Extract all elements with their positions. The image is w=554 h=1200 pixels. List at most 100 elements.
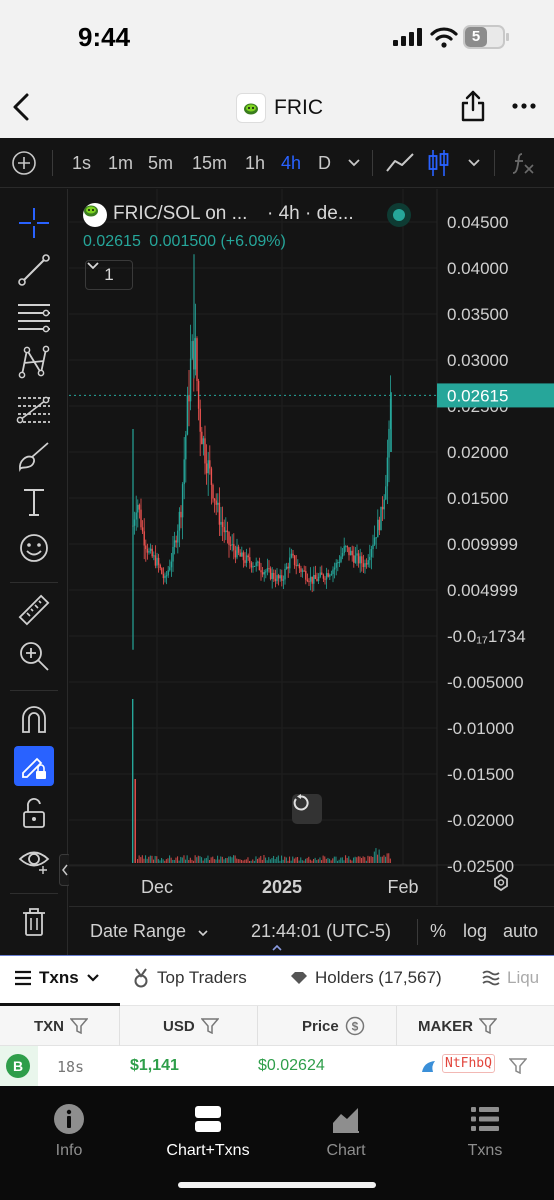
legend-symbol[interactable]: FRIC/SOL on ... (113, 203, 247, 225)
candle-body (265, 571, 267, 573)
interval-1h[interactable]: 1h (245, 138, 265, 188)
indicators-fx-icon[interactable] (510, 150, 536, 176)
candle-body (369, 556, 371, 561)
back-chevron-icon[interactable] (10, 92, 34, 122)
volume-bar (381, 856, 383, 863)
col-txn[interactable]: TXN (34, 1006, 88, 1046)
volume-bar (308, 856, 310, 863)
txn-maker[interactable]: NtFhbQ (442, 1054, 495, 1073)
interval-4h[interactable]: 4h (281, 138, 301, 188)
interval-dropdown-icon[interactable] (347, 158, 361, 168)
remove-drawings-tool[interactable] (14, 902, 54, 942)
trend-line-tool[interactable] (14, 250, 54, 290)
magnet-tool[interactable] (14, 699, 54, 739)
volume-bar (175, 857, 177, 863)
volume-bar (265, 857, 267, 863)
brush-tool[interactable] (14, 436, 54, 476)
candle-body (274, 578, 277, 582)
volume-bar (193, 860, 195, 863)
volume-bar (173, 859, 175, 863)
share-icon[interactable] (460, 90, 486, 122)
unlock-tool[interactable] (14, 793, 54, 833)
volume-bar (202, 860, 204, 863)
interval-5m[interactable]: 5m (148, 138, 173, 188)
volume-bar (337, 860, 339, 863)
volume-bar (354, 856, 356, 863)
percent-toggle[interactable]: % (430, 921, 446, 942)
zoom-in-icon (20, 642, 49, 671)
candle-body (311, 576, 313, 584)
emoji-icon (20, 534, 48, 562)
candle-body (213, 498, 216, 501)
hide-drawings-tool[interactable] (14, 839, 54, 879)
tab-liquidity[interactable]: Liqu (482, 968, 539, 988)
ruler-tool[interactable] (14, 590, 54, 630)
text-tool[interactable] (14, 482, 54, 522)
fib-tool[interactable] (14, 389, 54, 429)
interval-D[interactable]: D (318, 138, 331, 188)
tab-txns[interactable]: Txns (14, 968, 100, 988)
horizontal-lines-tool[interactable] (14, 296, 54, 336)
crosshair-tool[interactable] (14, 203, 54, 243)
candle-body (289, 557, 291, 569)
nav-txns[interactable]: Txns (430, 1102, 540, 1160)
nav-info[interactable]: Info (14, 1102, 124, 1160)
add-indicator-icon[interactable] (11, 150, 37, 176)
interval-1s[interactable]: 1s (72, 138, 91, 188)
candle-body (191, 341, 193, 359)
candle-body (306, 579, 309, 582)
reset-chart-button[interactable] (292, 794, 322, 824)
tab-top-traders[interactable]: Top Traders (132, 968, 247, 988)
volume-bar (353, 857, 355, 863)
volume-bar (297, 857, 299, 863)
price-axis-label: 0.02000 (447, 443, 508, 462)
price-axis-label: 0.03500 (447, 305, 508, 324)
chart-type-dropdown-icon[interactable] (467, 158, 481, 168)
price-chart[interactable]: 0.045000.040000.035000.030000.025000.020… (69, 189, 554, 905)
candle-body (343, 546, 345, 554)
volume-bar (132, 699, 134, 863)
volume-bar (241, 859, 243, 863)
volume-bar (346, 857, 348, 863)
candle-body (260, 570, 262, 573)
candle-body (183, 459, 185, 485)
candles-chart-type-icon[interactable] (428, 149, 450, 177)
legend-collapse-button[interactable]: 1 (85, 260, 133, 290)
more-options-icon[interactable] (512, 102, 536, 110)
interval-15m[interactable]: 15m (192, 138, 227, 188)
nav-chart[interactable]: Chart (291, 1102, 401, 1160)
brush-icon (19, 442, 49, 473)
table-row[interactable]: B 18s $1,141 $0.02624 NtFhbQ (0, 1046, 554, 1086)
date-range-button[interactable]: Date Range (90, 921, 209, 942)
candle-body (202, 438, 205, 445)
text-icon (24, 489, 44, 516)
nav-chart-txns[interactable]: Chart+Txns (153, 1102, 263, 1160)
line-chart-type-icon[interactable] (385, 151, 415, 175)
volume-bar (269, 859, 271, 863)
col-usd[interactable]: USD (163, 1006, 219, 1046)
col-maker[interactable]: MAKER (418, 1006, 497, 1046)
candle-body (373, 537, 376, 545)
volume-bar (373, 851, 375, 863)
bar-divider (417, 919, 418, 945)
candle-body (356, 553, 358, 556)
lock-drawings-tool[interactable] (14, 746, 54, 786)
col-price[interactable]: Price $ (302, 1006, 365, 1046)
pattern-tool[interactable] (14, 342, 54, 382)
candle-body (226, 530, 229, 533)
tab-holders[interactable]: Holders (17,567) (290, 968, 442, 988)
candle-body (220, 521, 222, 525)
interval-1m[interactable]: 1m (108, 138, 133, 188)
chevron-down-icon (198, 930, 208, 937)
lock-drawing-icon (22, 757, 46, 779)
chart-clock[interactable]: 21:44:01 (UTC-5) (251, 921, 391, 942)
zoom-in-tool[interactable] (14, 636, 54, 676)
candle-body (261, 572, 264, 575)
log-toggle[interactable]: log (463, 921, 487, 942)
volume-bar (388, 853, 390, 863)
filter-icon[interactable] (509, 1058, 527, 1074)
emoji-tool[interactable] (14, 528, 54, 568)
crosshair-icon (19, 208, 49, 238)
volume-bar (311, 860, 313, 863)
auto-toggle[interactable]: auto (503, 921, 538, 942)
